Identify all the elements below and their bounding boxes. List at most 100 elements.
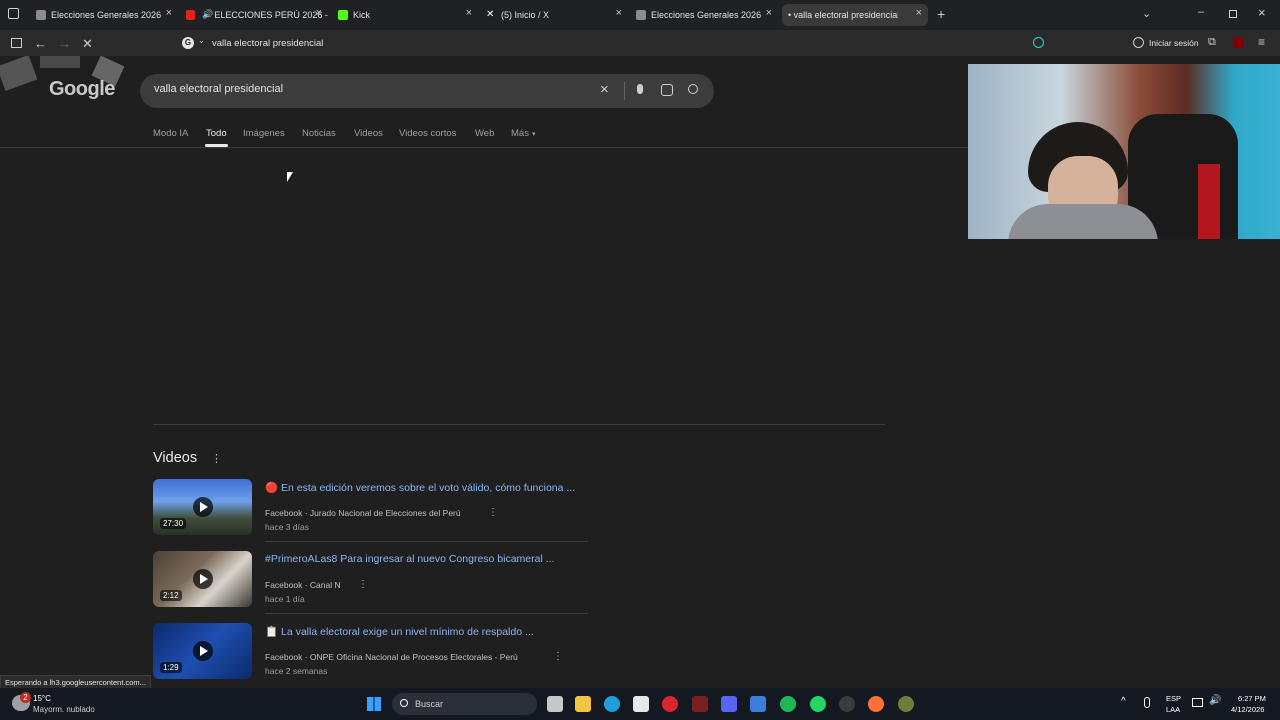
tab-bar: Elecciones Generales 2026 × 🔊 ELECCIONES… (0, 0, 1280, 30)
video-title[interactable]: 🔴 En esta edición veremos sobre el voto … (265, 481, 575, 494)
menu-icon[interactable]: ≡ (1258, 35, 1265, 49)
microphone-icon[interactable] (1144, 697, 1150, 708)
camera-search-icon[interactable] (661, 84, 673, 96)
more-options-icon[interactable]: ⋮ (488, 507, 498, 518)
discord-icon[interactable] (721, 696, 737, 712)
firefox-icon[interactable] (868, 696, 884, 712)
whatsapp-icon[interactable] (810, 696, 826, 712)
chevron-down-icon[interactable]: ⌄ (1142, 7, 1151, 20)
language-bottom[interactable]: LAA (1166, 705, 1180, 714)
tab-actions-icon[interactable] (8, 8, 19, 19)
tab-5[interactable]: Elecciones Generales 2026 × (630, 4, 778, 26)
doodle-shape (0, 56, 38, 92)
tab-4[interactable]: ✕ (5) Inicio / X × (480, 4, 628, 26)
video-title[interactable]: 📋 La valla electoral exige un nivel míni… (265, 625, 534, 638)
more-options-icon[interactable]: ⋮ (211, 452, 222, 465)
sidebar-icon[interactable] (11, 38, 22, 48)
file-explorer-icon[interactable] (575, 696, 591, 712)
tab-1[interactable]: Elecciones Generales 2026 × (30, 4, 178, 26)
tab-web[interactable]: Web (475, 128, 494, 139)
clock-time[interactable]: 6:27 PM (1238, 694, 1266, 703)
tab-mas[interactable]: Más (511, 128, 529, 139)
status-bar: Esperando a lh3.googleusercontent.com... (0, 675, 151, 689)
search-icon[interactable] (688, 84, 698, 94)
opera-gx-icon[interactable] (692, 696, 708, 712)
translate-icon[interactable] (1033, 37, 1044, 48)
weather-desc[interactable]: Mayorm. nublado (33, 705, 95, 714)
speaker-icon[interactable]: 🔊 (202, 9, 213, 20)
new-tab-icon[interactable]: + (937, 6, 945, 22)
microphone-icon[interactable] (637, 84, 643, 94)
task-view-icon[interactable] (547, 696, 563, 712)
spotify-icon[interactable] (780, 696, 796, 712)
kick-icon (338, 10, 348, 20)
tab-title: Elecciones Generales 2026 (651, 10, 762, 20)
language-top[interactable]: ESP (1166, 694, 1181, 703)
clock-date[interactable]: 4/12/2026 (1231, 705, 1264, 714)
more-options-icon[interactable]: ⋮ (553, 651, 563, 662)
search-icon (400, 699, 408, 707)
store-icon[interactable] (633, 696, 649, 712)
tab-3[interactable]: Kick × (332, 4, 478, 26)
windows-start-icon[interactable] (367, 697, 381, 711)
app-icon[interactable] (750, 696, 766, 712)
video-result[interactable]: 27:30 🔴 En esta edición veremos sobre el… (153, 479, 588, 543)
search-box[interactable]: valla electoral presidencial × (140, 74, 714, 108)
minimize-icon[interactable]: – (1198, 6, 1204, 18)
caret-down-icon: ▾ (532, 131, 536, 138)
chevron-down-icon[interactable]: ⌄ (198, 36, 205, 45)
close-icon[interactable]: × (466, 7, 472, 19)
tab-modo-ia[interactable]: Modo IA (153, 128, 188, 139)
google-logo[interactable]: Google (0, 56, 128, 102)
address-input[interactable]: valla electoral presidencial (212, 38, 323, 49)
obs-icon[interactable] (839, 696, 855, 712)
maximize-icon[interactable] (1229, 10, 1237, 18)
video-thumbnail[interactable]: 2:12 (153, 551, 252, 607)
chrome-icon[interactable] (898, 696, 914, 712)
video-duration: 27:30 (160, 518, 187, 529)
video-thumbnail[interactable]: 27:30 (153, 479, 252, 535)
tab-title: ELECCIONES PERÚ 2026 - E (214, 10, 328, 20)
close-icon[interactable]: × (166, 7, 172, 19)
taskbar-search[interactable]: Buscar (392, 693, 537, 715)
network-icon[interactable] (1192, 698, 1203, 707)
stop-loading-icon[interactable]: ✕ (82, 36, 93, 52)
more-options-icon[interactable]: ⋮ (358, 579, 368, 590)
tab-videos-cortos[interactable]: Videos cortos (399, 128, 456, 139)
back-icon[interactable]: ← (34, 36, 47, 51)
extensions-icon[interactable]: ⧉ (1208, 36, 1216, 49)
status-text: Esperando a lh3.googleusercontent.com... (5, 678, 146, 687)
divider (624, 82, 625, 100)
weather-temp[interactable]: 15°C (33, 694, 51, 703)
close-icon[interactable]: × (766, 7, 772, 19)
close-icon[interactable]: × (916, 7, 922, 19)
mouse-cursor-icon (287, 172, 293, 182)
tab-videos[interactable]: Videos (354, 128, 383, 139)
close-icon[interactable]: × (316, 7, 322, 19)
window-close-icon[interactable]: × (1258, 5, 1266, 20)
search-input[interactable]: valla electoral presidencial (154, 83, 283, 95)
profile-icon[interactable] (1133, 37, 1144, 48)
tab-2[interactable]: 🔊 ELECCIONES PERÚ 2026 - E × (180, 4, 328, 26)
edge-icon[interactable] (604, 696, 620, 712)
video-source: Facebook · ONPE Oficina Nacional de Proc… (265, 652, 518, 662)
tab-imagenes[interactable]: Imágenes (243, 128, 285, 139)
signin-label[interactable]: Iniciar sesión (1149, 38, 1199, 48)
volume-icon[interactable]: 🔊 (1209, 695, 1221, 706)
clear-icon[interactable]: × (600, 81, 609, 98)
row-divider (265, 541, 588, 542)
video-result[interactable]: 1:29 📋 La valla electoral exige un nivel… (153, 623, 588, 687)
opera-icon[interactable] (662, 696, 678, 712)
video-title[interactable]: #PrimeroALas8 Para ingresar al nuevo Con… (265, 553, 554, 565)
tab-noticias[interactable]: Noticias (302, 128, 336, 139)
google-icon[interactable]: G (182, 37, 194, 49)
tab-6-active[interactable]: • valla electoral presidencial - Bu × (782, 4, 928, 26)
chevron-up-icon[interactable]: ^ (1121, 696, 1126, 707)
video-result[interactable]: 2:12 #PrimeroALas8 Para ingresar al nuev… (153, 551, 588, 615)
close-icon[interactable]: × (616, 7, 622, 19)
video-duration: 2:12 (160, 590, 182, 601)
video-thumbnail[interactable]: 1:29 (153, 623, 252, 679)
ublock-icon[interactable] (1233, 37, 1244, 48)
forward-icon[interactable]: → (58, 36, 71, 51)
tab-todo[interactable]: Todo (206, 128, 227, 139)
